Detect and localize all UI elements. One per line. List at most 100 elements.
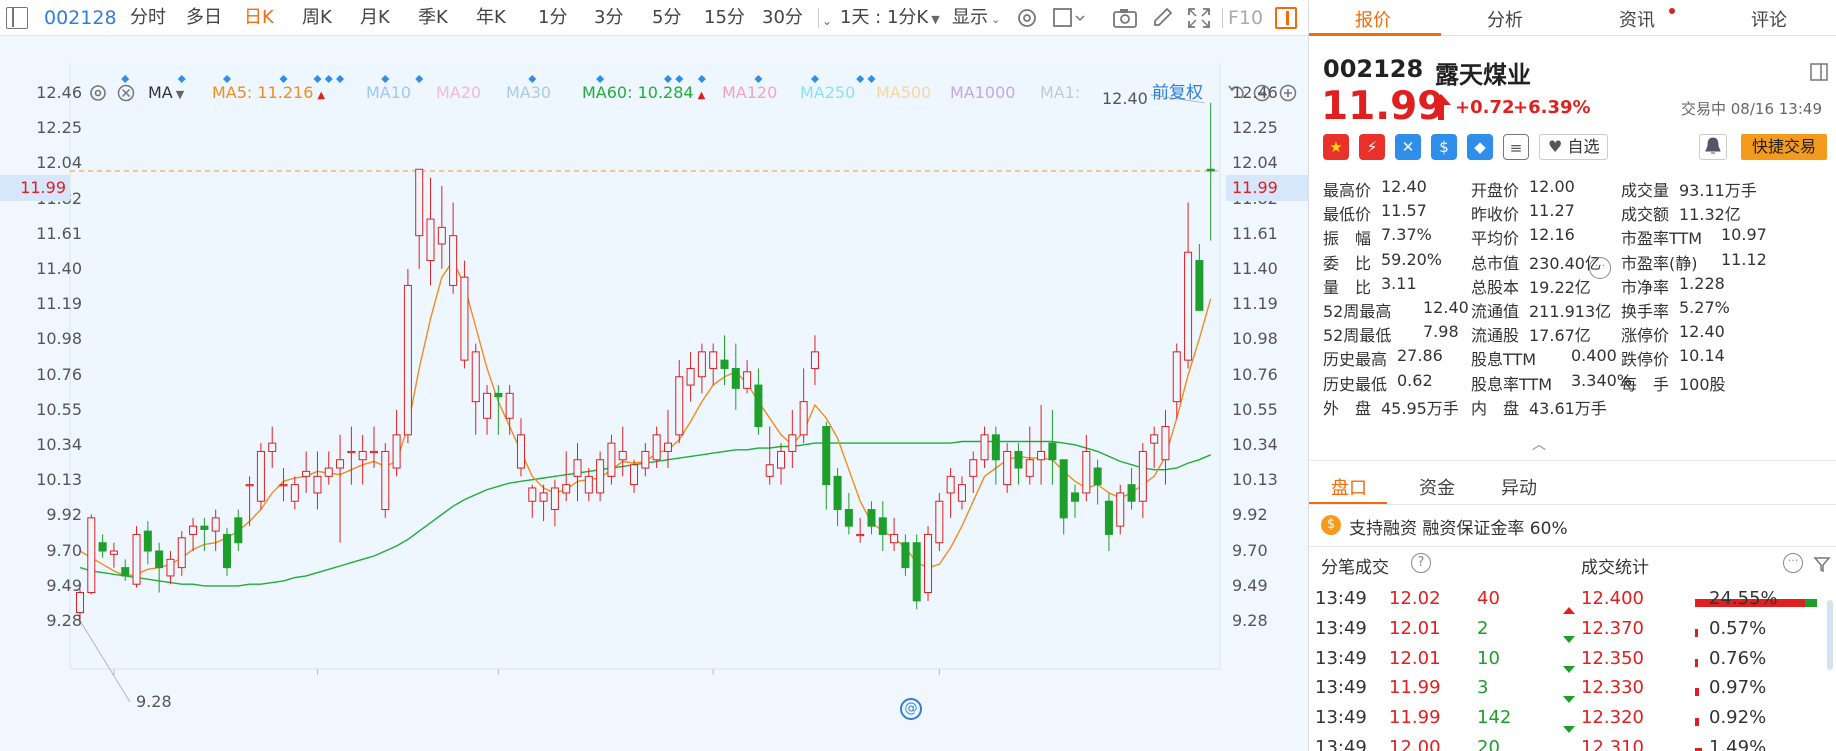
fullscreen-icon[interactable] (1186, 6, 1212, 30)
trade-row[interactable]: 13:49 12.00 20 12.310 1.49% (1309, 737, 1836, 751)
y-tick-label-l-12: 9.92 (46, 504, 82, 524)
ma-legend-item-0[interactable]: MA5: 11.216 ▲ (212, 81, 325, 108)
trade-row[interactable]: 13:49 12.02 40 12.400 24.55% (1309, 588, 1836, 618)
layout-square-icon[interactable] (1052, 6, 1085, 30)
y-tick-label-r-1: 12.25 (1232, 117, 1278, 137)
period-more-icon[interactable]: ⌄ (822, 9, 832, 33)
stat-value-7-0: 27.86 (1397, 346, 1443, 366)
panel-toggle-icon[interactable] (1275, 7, 1297, 29)
margin-info: 支持融资 融资保证金率 60% (1349, 519, 1568, 539)
trade-row[interactable]: 13:49 11.99 3 12.330 0.97% (1309, 677, 1836, 707)
at-icon[interactable]: @ (900, 698, 922, 720)
stat-value-2-2: 10.97 (1721, 225, 1767, 245)
stat-value-4-0: 3.11 (1381, 273, 1417, 293)
tab-comments[interactable]: 评论 (1751, 6, 1787, 32)
period-tab-8[interactable]: 3分 (594, 6, 623, 30)
ma-legend-item-2[interactable]: MA20 (436, 81, 481, 105)
candle-body-1 (87, 517, 96, 594)
candle-body-90 (1093, 467, 1102, 486)
stat-label-7-1: 股息TTM (1471, 350, 1537, 370)
y-tick-label-l-2: 12.04 (36, 152, 82, 172)
more-icon[interactable]: ··· (1783, 553, 1803, 573)
kline-canvas[interactable] (0, 37, 1308, 751)
subtab-capital[interactable]: 资金 (1419, 474, 1455, 500)
tab-news[interactable]: 资讯 (1619, 6, 1655, 32)
y-tick-label-r-10: 10.34 (1232, 434, 1278, 454)
notes-icon[interactable]: ≡ (1503, 134, 1529, 160)
plot-area (70, 63, 1220, 669)
legend-close-icon[interactable] (116, 82, 136, 111)
kline-chart[interactable]: MA ▼ MA5: 11.216 ▲ MA10 MA20 MA30 MA60: 10.284… (0, 37, 1308, 751)
adjust-mode-button[interactable]: 前复权 (1152, 81, 1203, 105)
candle-body-42 (550, 487, 559, 511)
tag-icon[interactable]: ◆ (1467, 134, 1493, 160)
pencil-icon[interactable] (1150, 6, 1176, 30)
period-tab-1[interactable]: 多日 (186, 6, 222, 30)
stats-scrollbar[interactable] (1827, 600, 1833, 670)
filter-icon[interactable] (1813, 555, 1831, 577)
period-tab-4[interactable]: 月K (360, 6, 390, 30)
help-icon[interactable]: ? (1411, 553, 1431, 573)
quick-trade-button[interactable]: 快捷交易 (1741, 134, 1827, 160)
period-tab-7[interactable]: 1分 (538, 6, 567, 30)
indicator-select[interactable]: MA ▼ (148, 81, 184, 107)
candle-body-68 (844, 509, 853, 527)
subtab-orderbook[interactable]: 盘口 (1331, 474, 1367, 500)
candle-body-59 (743, 371, 752, 389)
ma-legend-item-3[interactable]: MA30 (506, 81, 551, 105)
ma-legend-label: MA5: 11.216 (212, 83, 314, 102)
f10-button[interactable]: F10 (1228, 6, 1263, 30)
trade-volume: 20 (1477, 737, 1500, 751)
stock-code: 002128 (44, 7, 117, 29)
trade-row[interactable]: 13:49 12.01 2 12.370 0.57% (1309, 618, 1836, 648)
ma-legend-item-4[interactable]: MA60: 10.284 ▲ (582, 81, 705, 108)
candle-body-35 (471, 351, 480, 403)
candle-body-66 (822, 426, 831, 486)
add-to-watchlist-button[interactable]: ♥ 自选 (1539, 134, 1609, 160)
trade-row[interactable]: 13:49 11.99 142 12.320 0.92% (1309, 707, 1836, 737)
candle-body-56 (709, 351, 718, 369)
bell-icon[interactable] (1699, 134, 1727, 160)
dollar-icon[interactable]: $ (1431, 134, 1457, 160)
trade-row[interactable]: 13:49 12.01 10 12.350 0.76% (1309, 648, 1836, 678)
interval-select[interactable]: 1天 : 1分K ▼ (840, 6, 940, 32)
stat-label-3-2: 市盈率(静) (1621, 253, 1698, 273)
period-tab-3[interactable]: 周K (302, 6, 332, 30)
market-cap-more-icon[interactable]: ··· (1589, 257, 1611, 279)
period-tab-6[interactable]: 年K (476, 6, 506, 30)
y-tick-label-l-9: 10.55 (36, 399, 82, 419)
stat-label-0-2: 成交量 (1621, 181, 1670, 200)
candle-body-69 (856, 533, 865, 537)
connect-icon[interactable]: ✕ (1395, 134, 1421, 160)
stat-value-3-0: 59.20% (1381, 249, 1443, 269)
period-tab-2[interactable]: 日K (244, 6, 274, 30)
display-menu[interactable]: 显示 ⌄ (952, 6, 1000, 32)
panel-collapse-icon[interactable] (1809, 62, 1829, 86)
legend-settings-icon[interactable] (88, 82, 108, 111)
period-tab-5[interactable]: 季K (418, 6, 448, 30)
tab-quote[interactable]: 报价 (1355, 6, 1391, 32)
ma-legend-item-6[interactable]: MA250 (800, 81, 855, 105)
china-flag-icon[interactable]: ★ (1323, 134, 1349, 160)
ma-legend-item-5[interactable]: MA120 (722, 81, 777, 105)
ma-legend-item-7[interactable]: MA500 (876, 81, 931, 105)
lightning-icon[interactable]: ⚡ (1359, 134, 1385, 160)
tab-analysis[interactable]: 分析 (1487, 6, 1523, 32)
period-tab-9[interactable]: 5分 (652, 6, 681, 30)
period-tab-11[interactable]: 30分 (762, 6, 803, 30)
period-tab-10[interactable]: 15分 (704, 6, 745, 30)
ma-legend-item-1[interactable]: MA10 (366, 81, 411, 105)
ma-legend-item-9[interactable]: MA1: (1040, 81, 1080, 105)
camera-icon[interactable] (1112, 6, 1138, 30)
sidebar-toggle-icon[interactable] (6, 7, 28, 29)
candle-body-47 (607, 442, 616, 477)
candle-body-40 (528, 487, 537, 502)
period-tab-0[interactable]: 分时 (130, 6, 166, 30)
expand-caret-icon[interactable]: ︿ (1532, 434, 1546, 454)
settings-icon[interactable] (1014, 6, 1040, 30)
candle-body-27 (381, 450, 390, 511)
candle-body-13 (222, 533, 231, 569)
subtab-anomaly[interactable]: 异动 (1501, 474, 1537, 500)
trades-title: 分笔成交 (1321, 558, 1389, 578)
ma-legend-item-8[interactable]: MA1000 (950, 81, 1015, 105)
